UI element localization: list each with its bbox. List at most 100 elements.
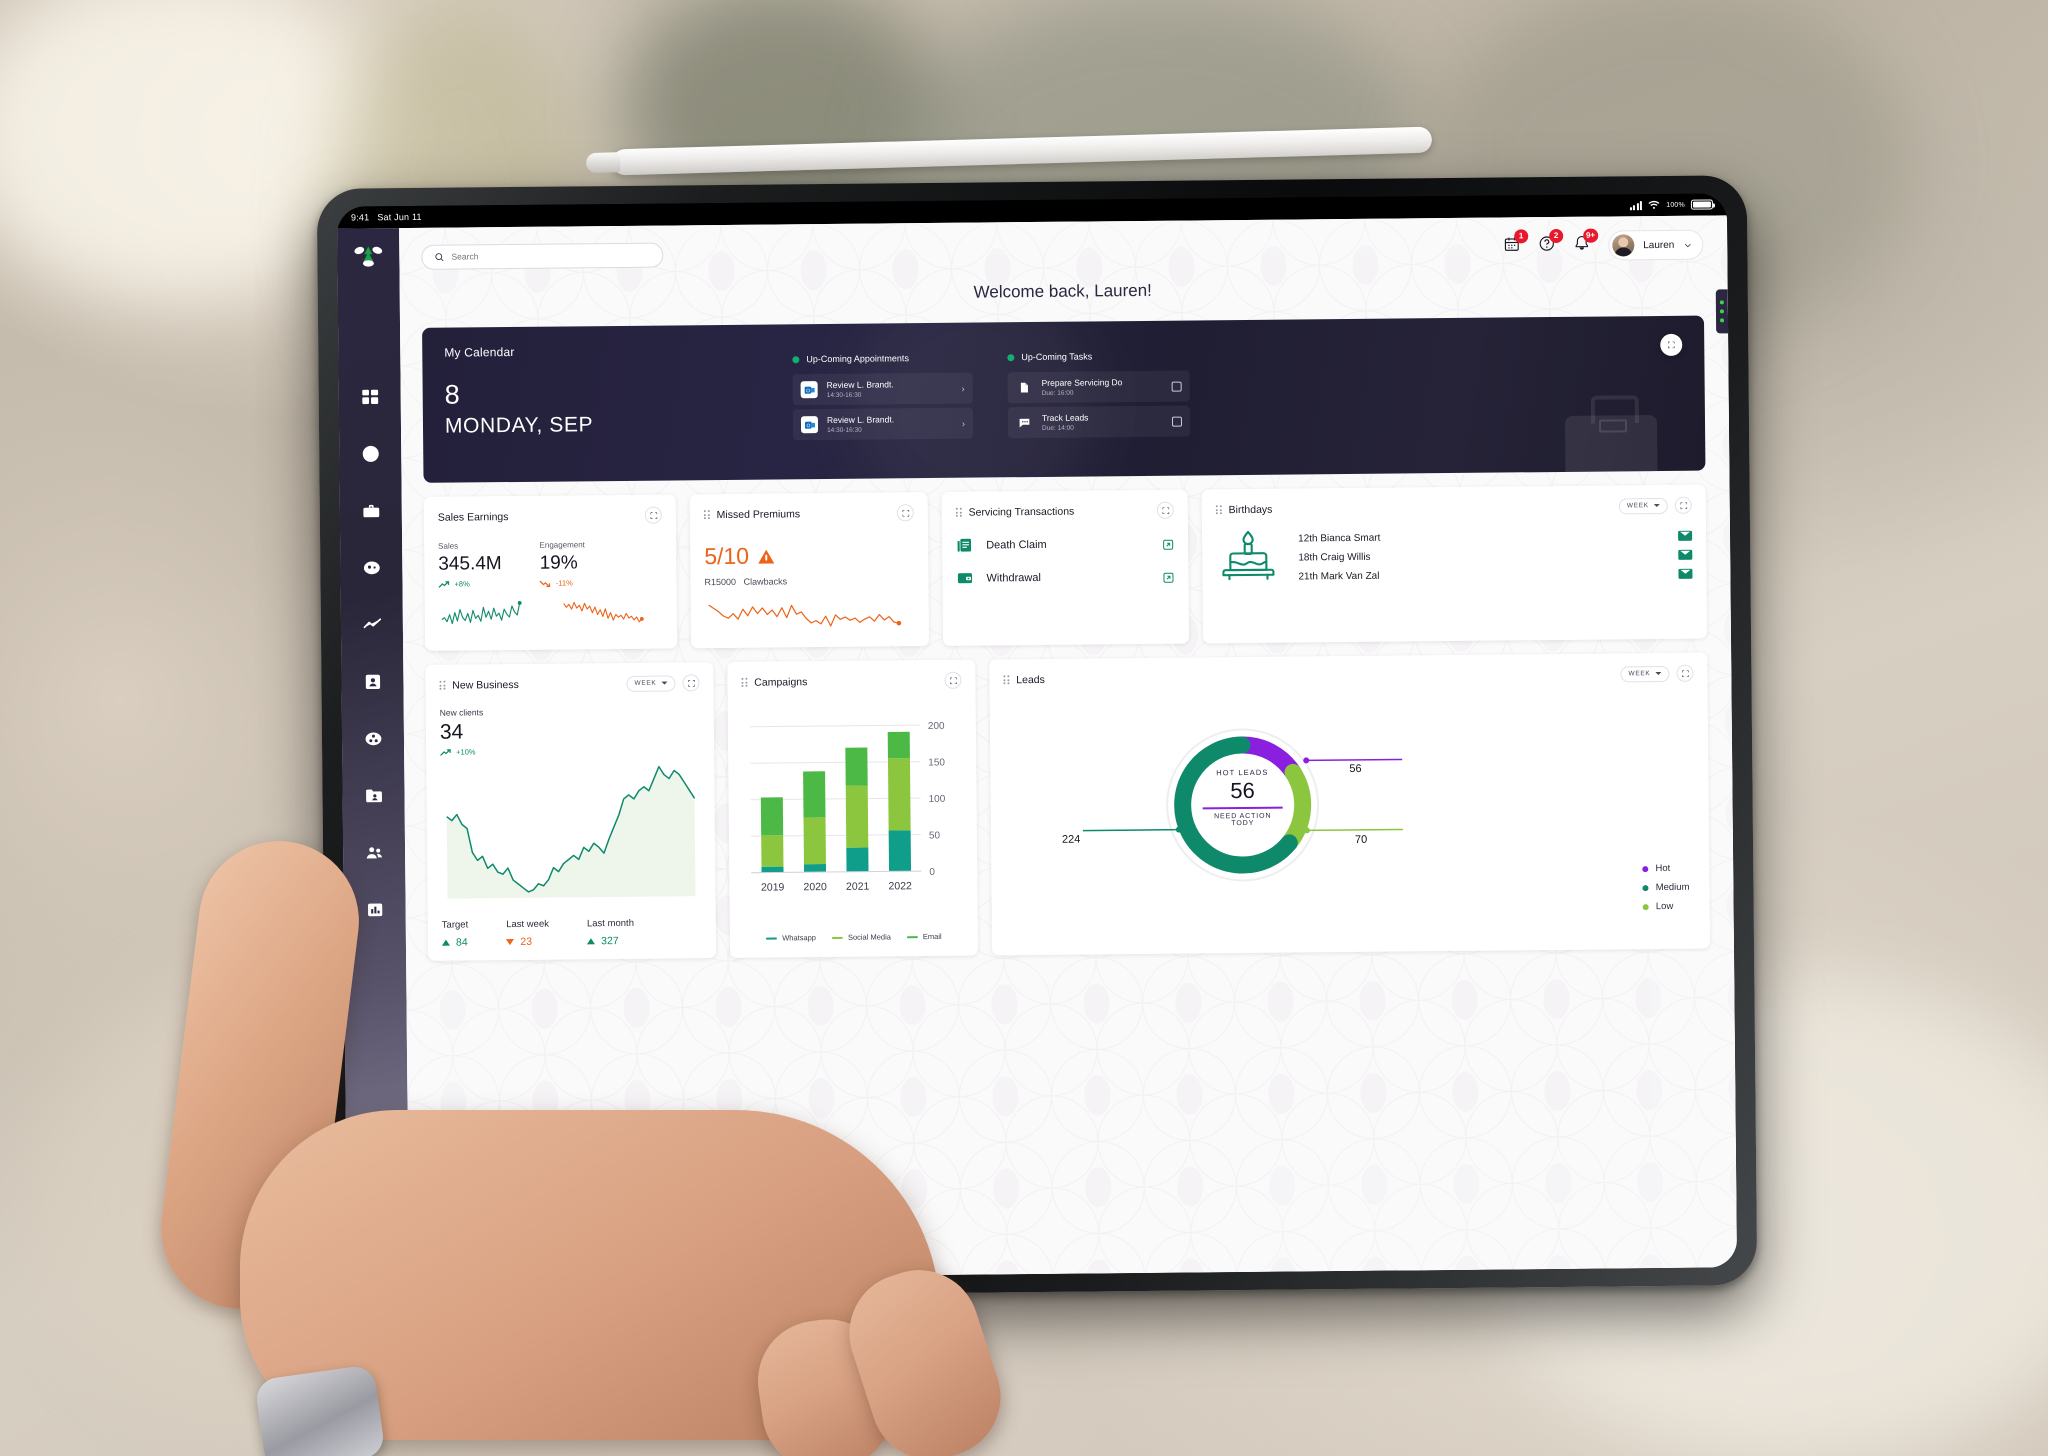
help-button[interactable]: 2	[1538, 228, 1564, 257]
expand-button[interactable]	[896, 504, 914, 522]
task-row[interactable]: Track Leads Due: 14:00	[1007, 405, 1191, 439]
period-selector-birthdays[interactable]: WEEK	[1618, 497, 1668, 514]
sidebar-item-team[interactable]	[361, 839, 387, 865]
sidebar-item-contacts[interactable]	[359, 668, 385, 694]
new-clients-delta: +10%	[456, 747, 476, 757]
chevron-right-icon[interactable]: ›	[962, 418, 965, 428]
leads-callout-medium: 224	[1061, 833, 1081, 846]
metric-delta: +8%	[454, 579, 470, 589]
appointment-row[interactable]: O Review L. Brandt. 14:30-16:30 ›	[792, 407, 974, 441]
expand-button[interactable]	[682, 674, 700, 692]
metric-label: Sales	[438, 541, 459, 551]
period-selector-new-business[interactable]: WEEK	[626, 674, 676, 692]
sidebar-item-transfer[interactable]	[364, 1180, 390, 1206]
period-label: WEEK	[1626, 502, 1649, 510]
new-business-target: Target 84	[442, 919, 469, 948]
appointment-title: Review L. Brandt.	[826, 414, 895, 426]
expand-button[interactable]	[1156, 501, 1174, 519]
expand-banner-button[interactable]	[1660, 333, 1683, 356]
task-row[interactable]: Prepare Servicing Do Due: 16:00	[1007, 370, 1190, 404]
servicing-row-withdrawal[interactable]: Withdrawal	[956, 568, 1174, 587]
servicing-row-death-claim[interactable]: Death Claim	[956, 535, 1174, 554]
birthday-name: 21th Mark Van Zal	[1298, 570, 1380, 583]
main-area: 1 2	[399, 215, 1738, 1281]
leads-center-text: HOT LEADS 56 NEED ACTION TODY	[1196, 768, 1289, 828]
send-email-icon[interactable]	[1678, 530, 1693, 541]
chevron-down-icon	[661, 681, 668, 685]
send-email-icon[interactable]	[1678, 568, 1693, 579]
user-menu[interactable]: Lauren	[1608, 229, 1704, 261]
task-checkbox[interactable]	[1171, 381, 1182, 392]
send-email-icon[interactable]	[1678, 549, 1693, 560]
briefcase-icon	[362, 504, 379, 517]
card-sales-earnings: Sales Earnings Sales 345.4M +8% Engageme…	[423, 494, 678, 651]
period-label: WEEK	[1628, 670, 1651, 678]
sidebar-item-documents[interactable]	[360, 782, 386, 808]
legend-item-social-media: Social Media	[831, 932, 891, 942]
expand-button[interactable]	[1676, 664, 1694, 682]
sidebar-item-analytics[interactable]	[359, 611, 385, 637]
drag-handle-icon[interactable]	[741, 677, 748, 688]
task-due: Due: 14:00	[1042, 424, 1074, 432]
side-widget-handle[interactable]	[1715, 289, 1729, 334]
task-due: Due: 16:00	[1041, 389, 1074, 397]
sidebar-nav	[357, 383, 391, 1180]
period-selector-leads[interactable]: WEEK	[1620, 665, 1670, 682]
birthday-cake-icon	[1216, 526, 1281, 590]
open-external-icon[interactable]	[1162, 570, 1174, 583]
drag-handle-icon[interactable]	[1003, 674, 1010, 685]
leads-donut-wrap: HOT LEADS 56 NEED ACTION TODY 56 70 224	[1004, 686, 1696, 925]
upcoming-appointments: Up-Coming Appointments O Review L. Brand…	[792, 353, 974, 445]
expand-button[interactable]	[1674, 496, 1692, 514]
search-box[interactable]	[421, 242, 664, 270]
sidebar-item-reports[interactable]	[361, 896, 387, 922]
new-clients-value: 34	[439, 720, 464, 744]
folder-user-icon	[365, 789, 382, 802]
svg-text:0: 0	[929, 867, 935, 878]
card-servicing-transactions: Servicing Transactions Death Claim Withd…	[941, 489, 1190, 646]
legend-label: Social Media	[847, 932, 891, 942]
drag-handle-icon[interactable]	[955, 507, 962, 518]
power-target-icon	[362, 445, 379, 462]
chevron-right-icon[interactable]: ›	[962, 383, 965, 393]
sidebar-item-business[interactable]	[358, 497, 384, 523]
leaf-logo[interactable]	[353, 244, 383, 273]
legend-item-whatsapp: Whatsapp	[766, 933, 816, 942]
expand-button[interactable]	[944, 671, 962, 689]
topbar: 1 2	[421, 228, 1704, 272]
arrow-up-icon	[441, 939, 450, 946]
card-missed-premiums: Missed Premiums 5/10 R15000 Clawbacks	[689, 492, 930, 649]
drag-handle-icon[interactable]	[703, 509, 710, 520]
svg-text:200: 200	[928, 721, 945, 732]
help-badge: 2	[1549, 228, 1564, 244]
card-title-campaigns: Campaigns	[754, 675, 808, 689]
metric-engagement: Engagement 19% -11%	[539, 540, 585, 587]
drag-handle-icon[interactable]	[439, 680, 446, 691]
task-checkbox[interactable]	[1171, 416, 1183, 427]
grid-icon	[361, 389, 378, 404]
leads-callout-low: 70	[1354, 833, 1368, 846]
servicing-label: Death Claim	[986, 538, 1047, 551]
svg-text:2021: 2021	[846, 881, 870, 893]
open-external-icon[interactable]	[1162, 537, 1174, 550]
appointment-row[interactable]: O Review L. Brandt. 14:30-16:30 ›	[792, 372, 973, 406]
drag-handle-icon[interactable]	[1215, 504, 1222, 515]
engagement-sparkline	[563, 601, 644, 623]
sidebar-item-clients[interactable]	[358, 554, 384, 580]
chevron-down-icon	[1684, 243, 1691, 247]
legend-label: Hot	[1655, 862, 1671, 875]
chevron-down-icon	[1653, 504, 1660, 508]
sidebar-item-dashboard[interactable]	[357, 383, 383, 409]
search-input[interactable]	[451, 249, 651, 262]
sidebar-item-network[interactable]	[360, 725, 386, 751]
sidebar-item-logout[interactable]	[365, 1236, 391, 1262]
chat-icon	[1016, 414, 1033, 431]
calendar-button[interactable]: 1	[1503, 229, 1529, 257]
sidebar-item-power[interactable]	[357, 440, 383, 466]
tasks-heading-label: Up-Coming Tasks	[1021, 351, 1093, 363]
expand-button[interactable]	[644, 506, 662, 524]
missed-premiums-sparkline	[708, 604, 902, 627]
notifications-button[interactable]: 9+	[1573, 228, 1599, 257]
campaigns-legend: Whatsapp Social Media Email	[744, 932, 964, 943]
footer-label: Last month	[586, 917, 635, 930]
